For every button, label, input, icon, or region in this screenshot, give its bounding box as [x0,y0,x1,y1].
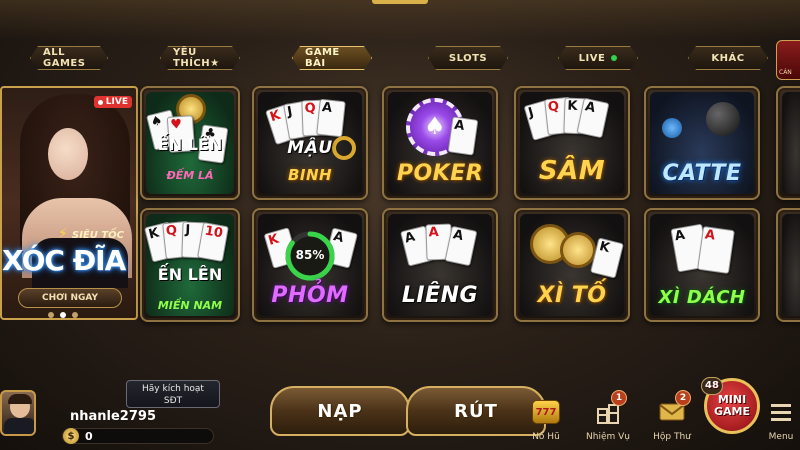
featured-xoc-dia-card[interactable]: LIVE ⚡ SIÊU TỐC XÓC ĐĨA CHƠI NGAY [0,86,138,320]
currency-symbol: $ [67,430,75,442]
user-avatar[interactable] [0,390,36,436]
game-title: ẾN LÊN [157,135,223,154]
game-tile-tien-len-dem-la[interactable]: ♠ ♥ ♣ ẾN LÊN ĐẾM LÁ [140,86,240,200]
nav-nhiem-vu[interactable]: 1 Nhiệm Vụ [586,390,630,448]
avatar-suit [4,418,34,434]
tab-label: LIVE [578,52,606,64]
tab-label: SLOTS [448,52,488,64]
play-now-button[interactable]: CHƠI NGAY [18,288,122,308]
hamburger-menu-icon [766,398,796,426]
tab-all-games[interactable]: ALL GAMES [30,46,108,70]
live-badge: LIVE [93,96,132,108]
tab-label: YÊU THÍCH★ [173,47,220,69]
nav-no-hu[interactable]: 777 Nổ Hũ [524,398,568,448]
nav-label: Nổ Hũ [532,432,560,442]
game-tile-catte[interactable]: CATTE [644,86,760,200]
balance-box: $ 0 [62,428,214,444]
game-tile-partial[interactable] [776,86,800,200]
mini-game-button[interactable]: 48 MINI GAME [701,377,760,434]
top-glow [0,0,800,40]
activate-line1: Hãy kích hoạt [142,384,204,394]
carousel-dots [48,312,78,318]
online-dot-icon [611,55,617,61]
username: nhanle2795 [70,409,156,424]
game-tile-partial[interactable] [776,208,800,322]
playing-card: A [316,98,346,138]
game-title: SÂM [538,156,606,186]
mission-badge: 1 [611,390,627,406]
game-tile-xi-dach[interactable]: A A XÌ DÁCH [644,208,760,322]
nav-label: Hộp Thư [653,432,691,442]
dealer-face [48,128,88,180]
game-subtitle: BINH [287,166,333,184]
side-tab-label: CÁN [779,69,792,76]
activate-line2: SĐT [163,396,183,406]
category-tabs: ALL GAMES YÊU THÍCH★ GAME BÀI SLOTS LIVE… [0,46,800,72]
carousel-dot[interactable] [48,312,54,318]
record-dot-icon [97,99,103,105]
balance-value: 0 [85,429,93,443]
mail-badge: 2 [675,390,691,406]
tab-label: KHÁC [711,52,745,64]
game-tile-poker[interactable]: ♠ A POKER [382,86,498,200]
nav-menu[interactable]: Menu [762,398,800,448]
carousel-dot[interactable] [72,312,78,318]
nav-label: Nhiệm Vụ [586,432,630,442]
bomb-icon [706,102,740,136]
avatar-hair [8,394,32,404]
featured-title: XÓC ĐĨA [2,244,126,277]
gift-boxes-icon: 1 [593,390,627,426]
game-tile-xi-to[interactable]: K XÌ TỐ [514,208,630,322]
minigame-count: 48 [701,377,723,395]
deposit-label: NẠP [317,400,363,422]
mail-icon: 2 [657,390,691,426]
game-tile-phom[interactable]: K A 85% PHỎM [252,208,368,322]
tab-live[interactable]: LIVE [558,46,638,70]
tab-label: ALL GAMES [43,47,86,69]
game-title: POKER [396,161,484,186]
deposit-button[interactable]: NẠP [270,386,410,436]
game-title: ẾN LÊN [157,265,223,284]
playing-card: A [697,225,735,275]
playing-card: A [447,116,479,156]
game-tile-tien-len-mien-nam[interactable]: K Q J 10 ẾN LÊN MIỀN NAM [140,208,240,322]
tab-slots[interactable]: SLOTS [428,46,508,70]
game-title: CATTE [662,161,742,186]
tab-game-bai[interactable]: GAME BÀI [292,46,372,70]
top-notch [372,0,428,4]
carousel-dot-active[interactable] [60,312,66,318]
minigame-line2: GAME [713,405,750,418]
tab-other[interactable]: KHÁC [688,46,768,70]
game-title: LIÊNG [401,283,479,308]
tile-bg [782,214,800,316]
game-subtitle: ĐẾM LÁ [166,169,214,182]
play-now-label: CHƠI NGAY [41,293,99,303]
progress-percent: 85% [295,248,325,262]
blue-chip-icon [662,118,682,138]
activate-phone-button[interactable]: Hãy kích hoạt SĐT [126,380,220,408]
game-tile-sam[interactable]: J Q K A SÂM [514,86,630,200]
withdraw-label: RÚT [454,400,498,422]
game-subtitle: MIỀN NAM [157,299,223,312]
nav-label: Menu [768,432,794,442]
slot-777-icon: 777 [531,398,561,426]
gold-chip-stack-icon [560,232,596,268]
tab-favorites[interactable]: YÊU THÍCH★ [160,46,240,70]
side-tab[interactable]: CÁN [776,40,800,80]
lightning-icon: ⚡ [58,226,68,242]
game-title: PHỎM [271,283,349,308]
nav-hop-thu[interactable]: 2 Hộp Thư [650,390,694,448]
game-title: XÌ TỐ [537,283,607,308]
tile-bg [782,92,800,194]
game-tile-lieng[interactable]: A A A LIÊNG [382,208,498,322]
featured-subtitle: SIÊU TỐC [72,230,125,241]
dollar-coin-icon: $ [63,428,79,444]
live-badge-label: LIVE [105,97,128,107]
spade-icon: ♠ [424,112,446,140]
tab-label: GAME BÀI [305,47,340,69]
game-title: XÌ DÁCH [658,287,746,308]
game-tile-mau-binh[interactable]: K J Q A MẬU BINH [252,86,368,200]
game-title: MẬU [287,138,333,158]
